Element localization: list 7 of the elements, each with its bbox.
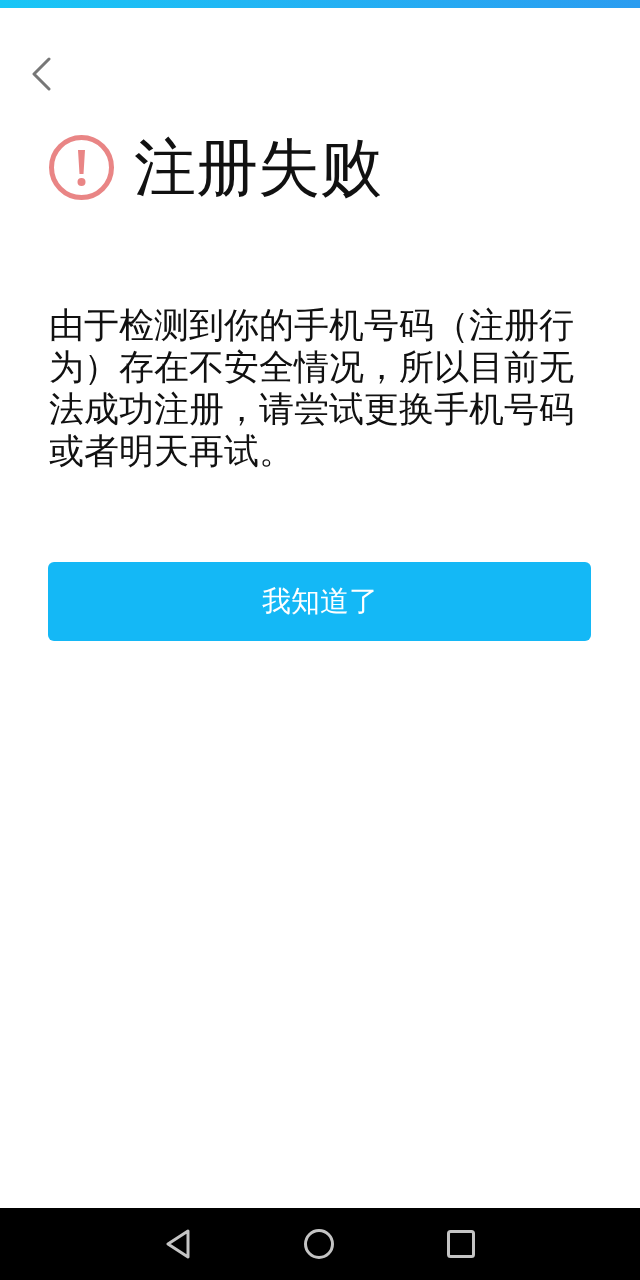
exclamation-circle-icon [49,135,114,200]
recents-icon[interactable] [447,1230,475,1258]
page-title: 注册失败 [134,136,382,199]
back-icon[interactable] [165,1229,191,1259]
acknowledge-button[interactable]: 我知道了 [48,562,591,641]
home-icon[interactable] [304,1229,334,1259]
error-message: 由于检测到你的手机号码（注册行为）存在不安全情况，所以目前无法成功注册，请尝试更换手机号码或者明天再试。 [49,304,575,472]
